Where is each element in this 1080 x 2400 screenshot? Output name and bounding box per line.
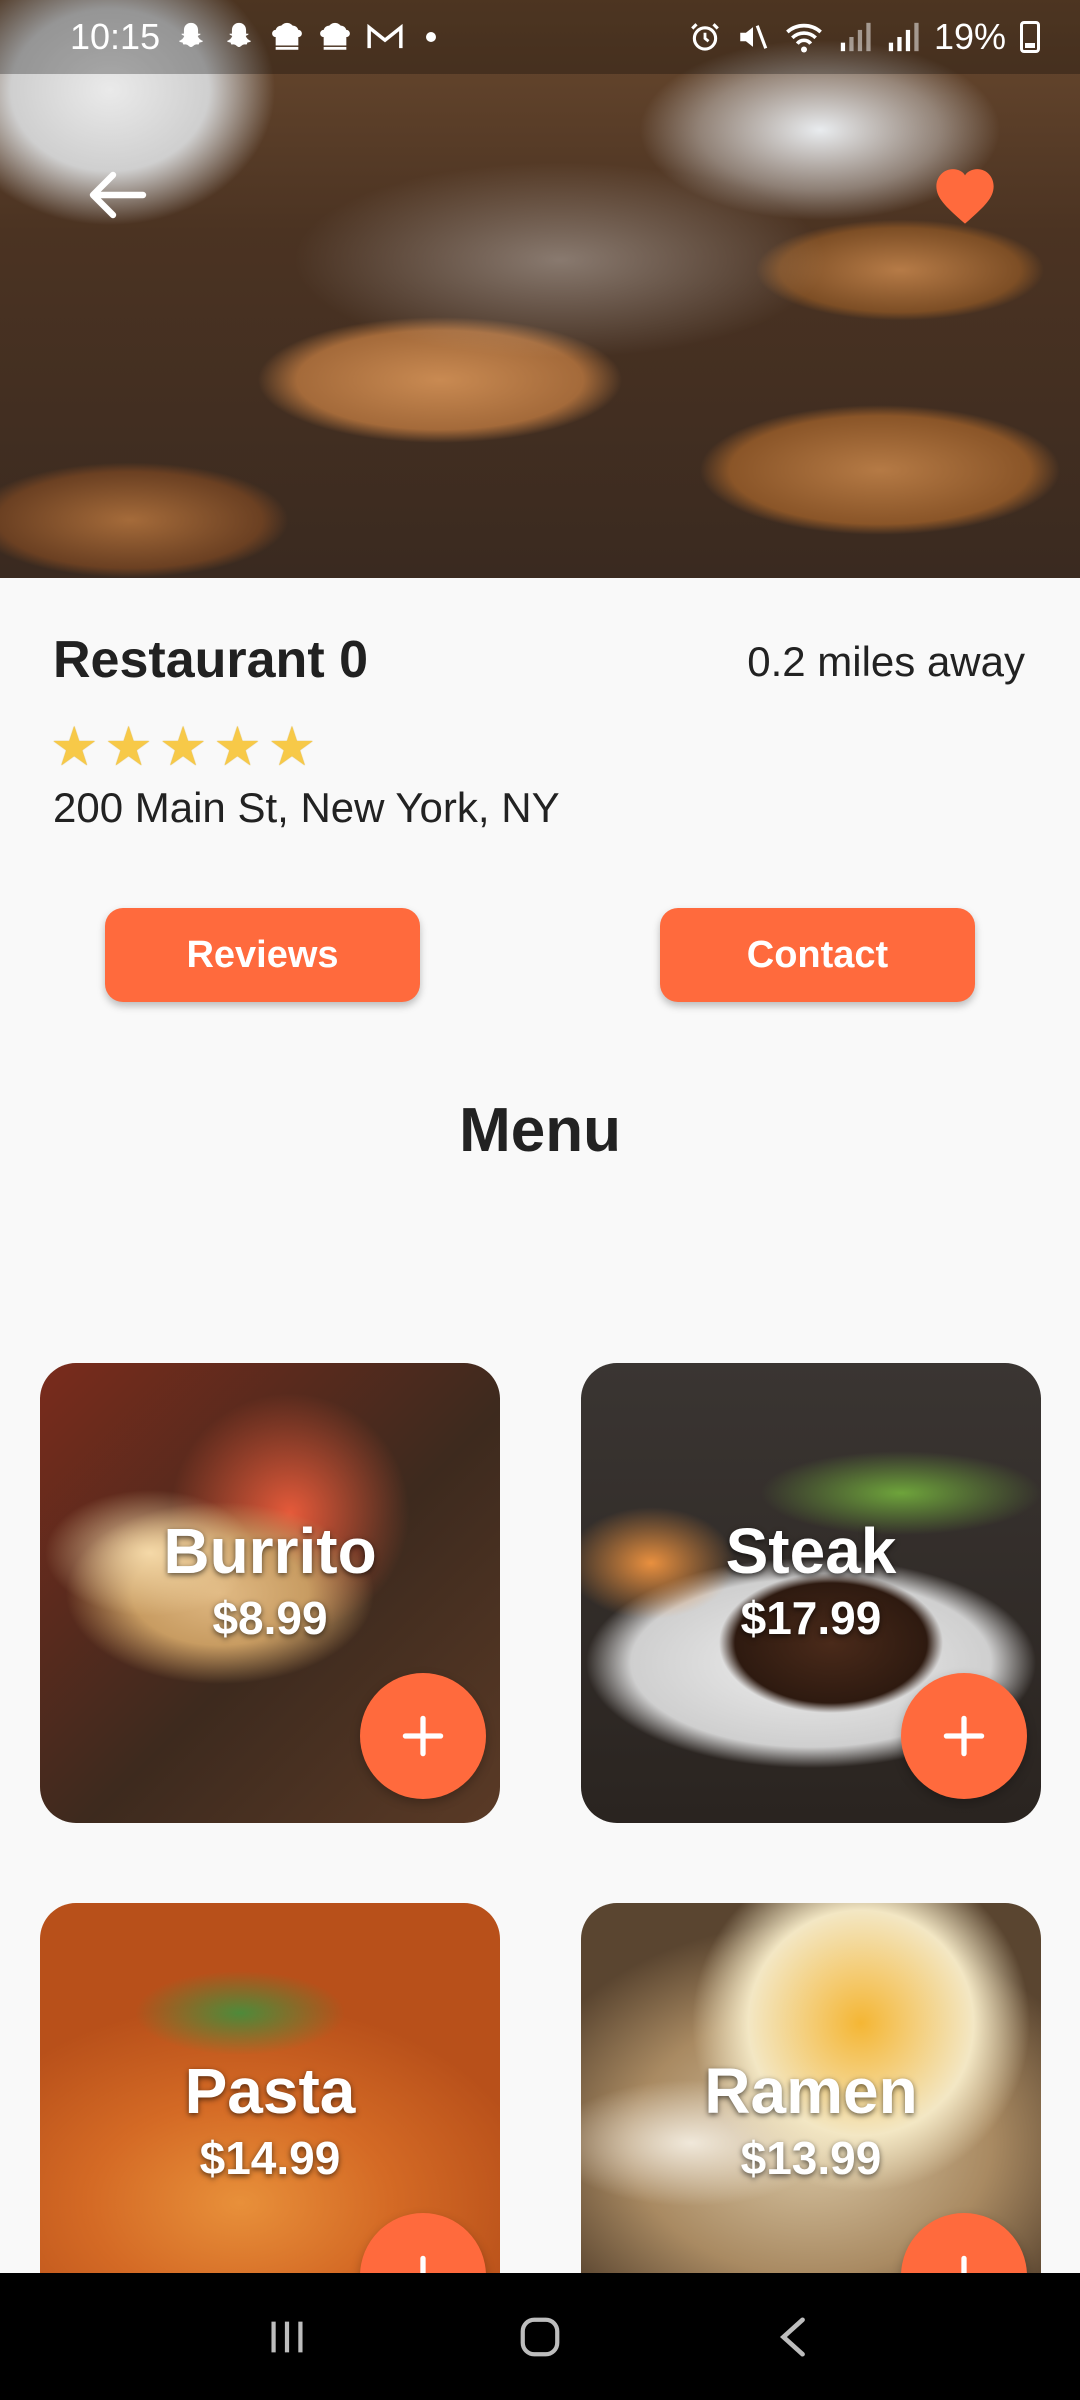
plus-icon — [943, 1715, 985, 1757]
menu-item-price: $17.99 — [740, 1592, 882, 1645]
star-icon: ★ — [267, 717, 317, 777]
menu-item-price: $8.99 — [212, 1592, 328, 1645]
star-icon: ★ — [213, 717, 262, 777]
recents-button[interactable] — [242, 2292, 332, 2382]
plus-icon — [402, 1715, 444, 1757]
favorite-button[interactable] — [930, 160, 1000, 230]
back-icon — [780, 2316, 806, 2357]
home-button[interactable] — [495, 2292, 585, 2382]
menu-item-price: $13.99 — [740, 2132, 882, 2185]
restaurant-name: Restaurant 0 — [53, 631, 368, 689]
alarm-icon — [691, 23, 719, 51]
mute-icon — [740, 25, 768, 49]
chef-hat-icon — [272, 22, 302, 50]
signal-icon — [888, 22, 919, 52]
menu-card-text: Burrito $8.99 — [40, 1515, 500, 1645]
menu-card-text: Ramen $13.99 — [581, 2055, 1041, 2185]
contact-button[interactable]: Contact — [660, 908, 975, 1002]
menu-card-text: Steak $17.99 — [581, 1515, 1041, 1645]
restaurant-distance: 0.2 miles away — [747, 638, 1025, 685]
snapchat-icon — [227, 22, 252, 48]
heart-icon — [936, 169, 994, 224]
menu-card-text: Pasta $14.99 — [40, 2055, 500, 2185]
plus-icon — [420, 2255, 426, 2273]
rating-stars: ★ ★ ★ ★ ★ — [50, 720, 316, 774]
status-time: 10:15 — [70, 16, 161, 57]
status-bar: 10:15 19% — [0, 0, 1080, 74]
recents-icon — [271, 2321, 303, 2352]
gmail-icon — [367, 23, 403, 49]
home-icon — [520, 2317, 560, 2356]
system-nav-bar — [0, 2273, 1080, 2400]
nav-back-button[interactable] — [748, 2292, 838, 2382]
hero-steam-overlay — [0, 0, 1080, 578]
add-to-cart-button[interactable] — [360, 1673, 486, 1799]
status-right: 19% — [688, 16, 1040, 58]
menu-item-name: Steak — [725, 1515, 897, 1587]
reviews-button[interactable]: Reviews — [105, 908, 420, 1002]
star-icon: ★ — [50, 717, 99, 777]
menu-item-name: Ramen — [704, 2055, 918, 2127]
star-icon: ★ — [104, 717, 153, 777]
plus-icon — [961, 2255, 967, 2273]
arrow-left-icon — [89, 171, 147, 219]
snapchat-icon — [179, 22, 204, 48]
back-button[interactable] — [82, 165, 152, 225]
chef-hat-icon — [320, 22, 350, 50]
wifi-icon — [786, 23, 822, 53]
menu-card-ramen[interactable]: Ramen $13.99 — [581, 1903, 1041, 2273]
menu-card-steak[interactable]: Steak $17.99 — [581, 1363, 1041, 1823]
menu-item-name: Pasta — [184, 2055, 356, 2127]
menu-card-burrito[interactable]: Burrito $8.99 — [40, 1363, 500, 1823]
add-to-cart-button[interactable] — [360, 2213, 486, 2273]
add-to-cart-button[interactable] — [901, 1673, 1027, 1799]
battery-icon — [1020, 21, 1040, 53]
dot-icon — [426, 32, 437, 42]
star-icon: ★ — [158, 717, 208, 777]
battery-percent: 19% — [933, 16, 1006, 57]
menu-card-pasta[interactable]: Pasta $14.99 — [40, 1903, 500, 2273]
restaurant-address: 200 Main St, New York, NY — [53, 784, 560, 831]
menu-title: Menu — [459, 1096, 621, 1165]
signal-icon — [840, 22, 871, 52]
menu-item-price: $14.99 — [199, 2132, 341, 2185]
status-left: 10:15 — [70, 16, 437, 58]
menu-item-name: Burrito — [163, 1515, 377, 1587]
add-to-cart-button[interactable] — [901, 2213, 1027, 2273]
